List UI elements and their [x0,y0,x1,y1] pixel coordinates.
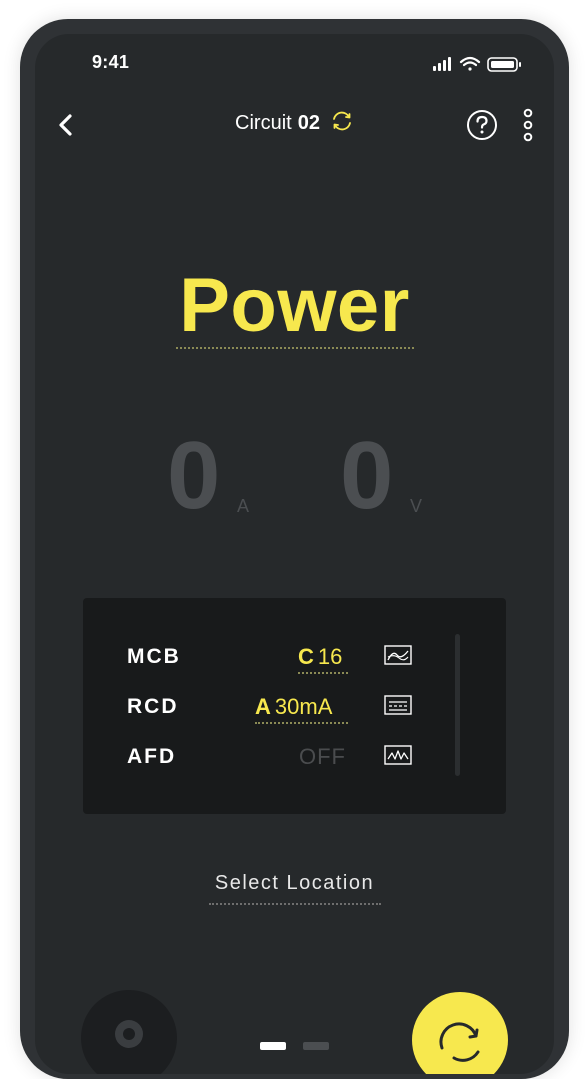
status-icons [433,56,521,72]
arc-icon[interactable] [384,745,412,765]
sync-icon[interactable] [330,110,354,132]
circuit-number: 02 [297,112,320,134]
rcd-underline [255,722,348,724]
rcd-value[interactable]: A 30mA [255,694,332,720]
select-location-underline [209,903,381,905]
afd-label: AFD [127,745,177,768]
help-icon[interactable] [466,109,498,141]
waveform-icon[interactable] [384,695,412,715]
voltage-unit: V [410,496,423,516]
curve-icon[interactable] [384,645,412,665]
rcd-prefix: A [255,694,271,719]
select-location-link[interactable]: Select Location [35,872,554,895]
mcb-prefix: C [298,644,314,669]
rcd-rating: 30mA [274,694,333,719]
more-options-icon[interactable] [521,108,535,142]
location-pin-icon [115,1020,143,1048]
rcd-label: RCD [127,695,179,718]
current-value: 0 [167,422,221,529]
mode-title[interactable]: Power [35,262,554,349]
page-indicator-inactive[interactable] [303,1042,329,1050]
voltage-value: 0 [340,422,394,529]
battery-icon [487,57,521,72]
mcb-label: MCB [127,645,181,668]
signal-icon [433,57,451,71]
status-time: 9:41 [92,52,130,72]
mcb-rating: 16 [317,644,343,669]
mcb-underline [298,672,348,674]
wifi-icon [459,56,481,71]
afd-value[interactable]: OFF [299,744,346,770]
panel-scrollbar[interactable] [455,634,460,776]
location-button[interactable] [81,990,177,1074]
title-label: Circuit [235,112,292,134]
mcb-value[interactable]: C 16 [298,644,342,670]
mode-title-underline [176,347,414,349]
sync-button[interactable] [412,992,508,1074]
page-indicator-active[interactable] [260,1042,286,1050]
current-unit: A [237,496,250,516]
app-screen: 9:41 Circuit 02 Power 0 A 0 V MCB C 16 R… [35,34,554,1074]
sync-large-icon [439,1022,480,1062]
